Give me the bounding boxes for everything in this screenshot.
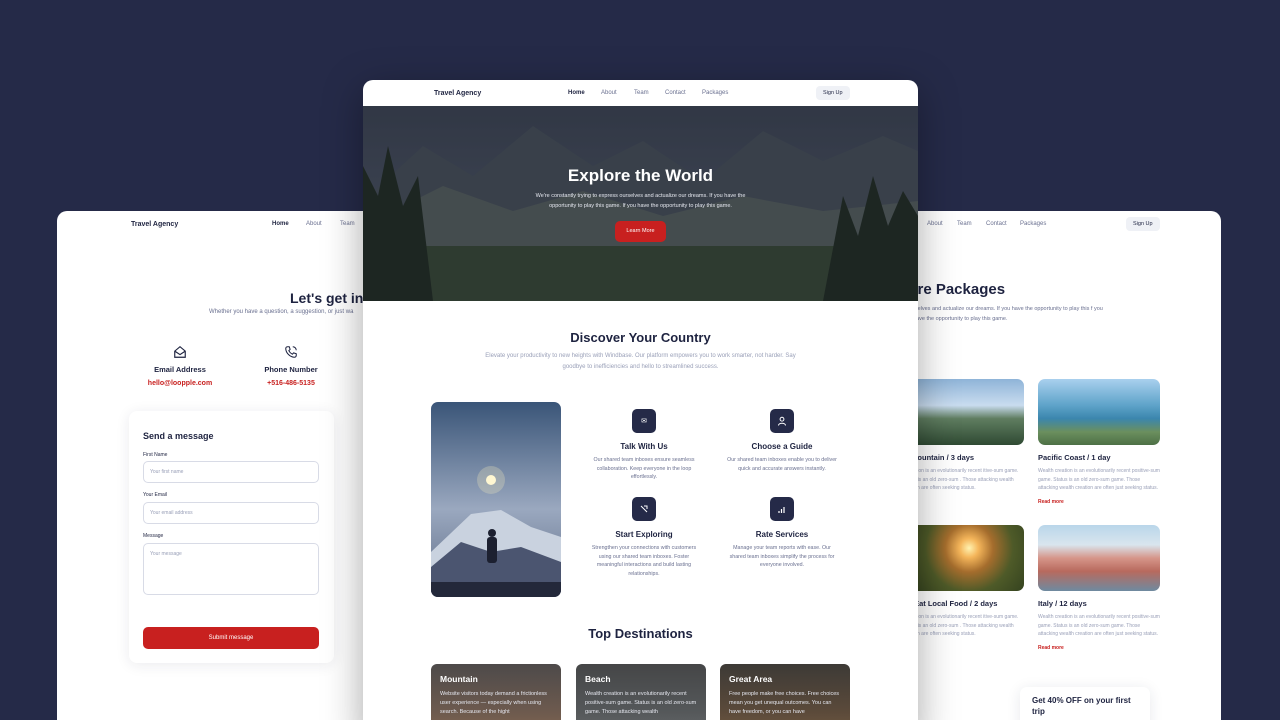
email-input[interactable]: Your email address xyxy=(143,502,319,524)
contact-phone: Phone Number +516-486-5135 xyxy=(246,345,336,387)
nav-link-home[interactable]: Home xyxy=(568,90,585,96)
home-page-preview: Travel Agency Home About Team Contact Pa… xyxy=(363,80,918,720)
package-desc: h creation is an evolutionarily recent i… xyxy=(902,468,1019,491)
message-textarea[interactable]: Your message xyxy=(143,543,319,595)
signup-button[interactable]: Sign Up xyxy=(816,86,850,100)
hero-title: Explore the World xyxy=(567,166,714,185)
contact-form: Send a message First Name Your first nam… xyxy=(129,411,334,663)
phone-icon xyxy=(285,346,297,358)
discover-title: Discover Your Country xyxy=(570,330,711,345)
message-label: Message xyxy=(143,533,164,539)
feature-desc: Manage your team reports with ease. Our … xyxy=(729,545,835,568)
nav-link-team[interactable]: Team xyxy=(634,90,649,96)
package-title: Italy / 12 days xyxy=(1038,599,1087,608)
destination-card[interactable]: Mountain Website visitors today demand a… xyxy=(431,664,561,720)
nav-link-packages[interactable]: Packages xyxy=(702,90,728,96)
package-card[interactable]: t & Eat Local Food / 2 days h creation i… xyxy=(902,525,1024,651)
package-card[interactable]: Pacific Coast / 1 day Wealth creation is… xyxy=(1038,379,1160,505)
feature-title: Talk With Us xyxy=(620,442,668,451)
top-destinations-title: Top Destinations xyxy=(588,626,693,641)
feature-title: Start Exploring xyxy=(615,530,673,539)
read-more-link[interactable]: Read more xyxy=(1038,499,1160,505)
package-desc: Wealth creation is an evolutionarily rec… xyxy=(1038,468,1160,491)
destination-card[interactable]: Beach Wealth creation is an evolutionari… xyxy=(576,664,706,720)
brand-logo[interactable]: Travel Agency xyxy=(434,90,481,97)
form-title: Send a message xyxy=(143,431,214,441)
nav-link-contact[interactable]: Contact xyxy=(986,221,1007,227)
nav-link-team[interactable]: Team xyxy=(340,221,355,227)
user-icon xyxy=(770,409,794,433)
page-subtitle: rselves and actualize our dreams. If you… xyxy=(913,306,1103,322)
feature-desc: Our shared team inboxes ensure seamless … xyxy=(593,457,695,480)
page-subtitle: Whether you have a question, a suggestio… xyxy=(209,309,354,315)
hero-subtitle: We're constantly trying to express ourse… xyxy=(535,193,746,209)
package-image xyxy=(902,525,1024,591)
brand-logo[interactable]: Travel Agency xyxy=(131,221,178,228)
first-name-input[interactable]: Your first name xyxy=(143,461,319,483)
read-more-link[interactable]: more xyxy=(902,645,1024,651)
destination-desc: Free people make free choices. Free choi… xyxy=(729,691,840,715)
feature-desc: Our shared team inboxes enable you to de… xyxy=(727,457,837,472)
package-card[interactable]: Italy / 12 days Wealth creation is an ev… xyxy=(1038,525,1160,651)
nav-link-about[interactable]: About xyxy=(927,221,943,227)
destination-title: Great Area xyxy=(729,674,773,684)
feature-title: Rate Services xyxy=(755,530,809,539)
compass-icon xyxy=(632,497,656,521)
nav-link-team[interactable]: Team xyxy=(957,221,972,227)
feature-guide: Choose a Guide Our shared team inboxes e… xyxy=(727,409,837,473)
first-name-label: First Name xyxy=(143,452,168,458)
destination-desc: Website visitors today demand a friction… xyxy=(440,691,547,715)
feature-title: Choose a Guide xyxy=(751,442,813,451)
nav-link-contact[interactable]: Contact xyxy=(665,90,686,96)
destination-desc: Wealth creation is an evolutionarily rec… xyxy=(585,691,697,715)
nav-link-about[interactable]: About xyxy=(601,90,617,96)
feature-explore: Start Exploring Strengthen your connecti… xyxy=(589,497,699,578)
package-desc: Wealth creation is an evolutionarily rec… xyxy=(1038,614,1160,637)
package-desc: h creation is an evolutionarily recent i… xyxy=(902,614,1019,637)
submit-button[interactable]: Submit message xyxy=(143,627,319,649)
signup-button[interactable]: Sign Up xyxy=(1126,217,1160,231)
navbar: Travel Agency Home About Team Contact Pa… xyxy=(363,80,918,106)
read-more-link[interactable]: more xyxy=(902,499,1024,505)
contact-label: Email Address xyxy=(154,365,206,374)
explorer-photo xyxy=(431,402,561,597)
hero-section: Explore the World We're constantly tryin… xyxy=(363,106,918,301)
package-image xyxy=(1038,525,1160,591)
nav-link-about[interactable]: About xyxy=(306,221,322,227)
destination-title: Beach xyxy=(585,674,611,684)
mail-icon: ✉ xyxy=(632,409,656,433)
package-title: t & Eat Local Food / 2 days xyxy=(902,599,998,608)
page-title: Let's get in xyxy=(290,290,364,306)
package-image xyxy=(1038,379,1160,445)
email-link[interactable]: hello@loopple.com xyxy=(135,380,225,387)
destination-title: Mountain xyxy=(440,674,478,684)
feature-rate: Rate Services Manage your team reports w… xyxy=(727,497,837,570)
contact-email: Email Address hello@loopple.com xyxy=(135,345,225,387)
email-label: Your Email xyxy=(143,492,167,498)
learn-more-button[interactable]: Learn More xyxy=(615,221,666,242)
read-more-link[interactable]: Read more xyxy=(1038,645,1160,651)
discover-subtitle: Elevate your productivity to new heights… xyxy=(485,353,796,370)
mail-icon xyxy=(174,346,186,358)
bar-chart-icon xyxy=(770,497,794,521)
promo-banner[interactable]: Get 40% OFF on your first trip xyxy=(1020,687,1150,720)
package-image xyxy=(902,379,1024,445)
feature-desc: Strengthen your connections with custome… xyxy=(591,545,697,577)
nav-link-home[interactable]: Home xyxy=(272,221,289,227)
package-title: to Mountain / 3 days xyxy=(902,453,975,462)
contact-label: Phone Number xyxy=(264,365,318,374)
feature-talk: ✉ Talk With Us Our shared team inboxes e… xyxy=(589,409,699,482)
package-card[interactable]: to Mountain / 3 days h creation is an ev… xyxy=(902,379,1024,505)
package-title: Pacific Coast / 1 day xyxy=(1038,453,1111,462)
nav-link-packages[interactable]: Packages xyxy=(1020,221,1046,227)
destination-card[interactable]: Great Area Free people make free choices… xyxy=(720,664,850,720)
phone-link[interactable]: +516-486-5135 xyxy=(246,380,336,387)
